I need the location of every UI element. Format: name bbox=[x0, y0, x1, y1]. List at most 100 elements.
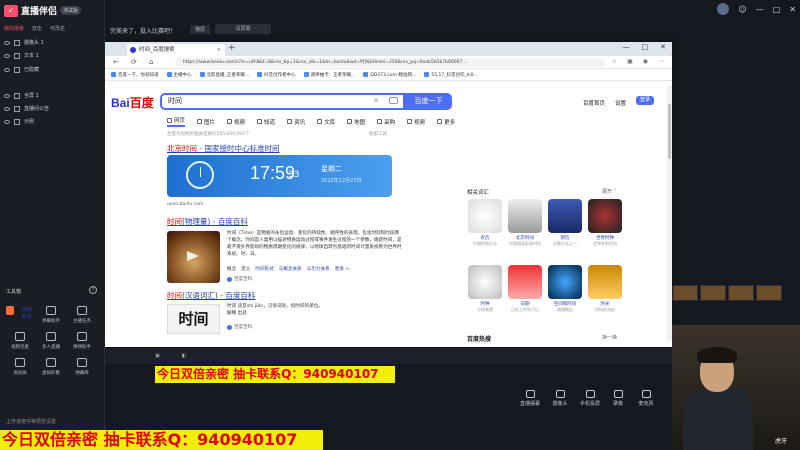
maximize-icon[interactable]: □ bbox=[773, 5, 781, 14]
favorite-item[interactable]: 调律抽卡：王者荣耀... bbox=[303, 72, 355, 78]
search-tab[interactable]: 文库 bbox=[317, 116, 335, 127]
sublink[interactable]: 概念 bbox=[227, 266, 236, 272]
browser-maximize-icon[interactable]: □ bbox=[642, 43, 649, 51]
tool-1[interactable]: 弹幕助手 bbox=[37, 306, 65, 324]
record-button[interactable]: 录像 bbox=[603, 390, 633, 407]
visibility-icon[interactable] bbox=[4, 93, 10, 98]
tab-double[interactable]: 双击 bbox=[32, 25, 42, 32]
sublink[interactable]: 定义 bbox=[241, 266, 250, 272]
visibility-icon[interactable] bbox=[4, 106, 10, 111]
baidu-home-link[interactable]: 百度首页 bbox=[583, 99, 605, 107]
tab-close-icon[interactable]: × bbox=[216, 44, 221, 56]
visibility-icon[interactable] bbox=[4, 53, 10, 58]
tool-8[interactable]: 弹幕库 bbox=[68, 358, 96, 376]
login-button[interactable]: 登录 bbox=[636, 96, 654, 105]
search-tools-link[interactable]: 搜索工具 bbox=[369, 131, 387, 137]
scene-item[interactable]: 摄像头 1 bbox=[4, 39, 44, 46]
menu-icon[interactable]: ⋯ bbox=[658, 58, 664, 65]
search-tab[interactable]: 更多 bbox=[437, 116, 455, 127]
visibility-icon[interactable] bbox=[4, 40, 10, 45]
related-item[interactable]: 农历 中国传统历法 bbox=[467, 199, 503, 246]
visibility-icon[interactable] bbox=[4, 119, 10, 124]
related-item[interactable]: 空间和时间 物理概念 bbox=[547, 265, 583, 312]
tool-5[interactable]: 弹弹助手 bbox=[68, 332, 96, 350]
favorite-item[interactable]: 55.17_抖音创作_kill... bbox=[424, 72, 477, 78]
hot-refresh[interactable]: 换一换 bbox=[602, 334, 617, 341]
page-scrollbar[interactable] bbox=[667, 86, 672, 341]
favorite-icon[interactable]: ☆ bbox=[612, 58, 617, 65]
home-icon[interactable]: ⌂ bbox=[149, 58, 153, 66]
search-tab[interactable]: 资讯 bbox=[287, 116, 305, 127]
tab-my-scenes[interactable]: 我的场景 bbox=[4, 25, 24, 32]
tool-4[interactable]: 多人直播 bbox=[37, 332, 65, 350]
tool-2[interactable]: 主播任务 bbox=[68, 306, 96, 324]
search-tab[interactable]: 视频 bbox=[227, 116, 245, 127]
favorite-item[interactable]: 主播中心 bbox=[166, 72, 192, 78]
result-title-beijing-time[interactable]: 北京时间 - 国家授时中心标准时间 bbox=[167, 143, 279, 154]
related-item[interactable]: 阴历 天象历法之一 bbox=[547, 199, 583, 246]
close-icon[interactable]: ✕ bbox=[789, 5, 796, 14]
result-title-time-word[interactable]: 时间(汉语词汇) - 百度百科 bbox=[167, 290, 255, 301]
related-item[interactable]: 世界时钟 世界各地时间 bbox=[587, 199, 623, 246]
scene-item[interactable]: 文本 1 bbox=[4, 52, 39, 59]
browser-close-icon[interactable]: ✕ bbox=[660, 43, 666, 51]
clear-screen-button[interactable]: 清屏幕 bbox=[215, 24, 271, 34]
help-icon[interactable]: ? bbox=[89, 286, 97, 294]
search-tab[interactable]: 采购 bbox=[377, 116, 395, 127]
word-image[interactable]: 时间 bbox=[167, 304, 220, 334]
strip-icon[interactable]: ▣ bbox=[155, 353, 160, 359]
tool-6[interactable]: 滚动屏 bbox=[6, 358, 34, 376]
result-title-time-physics[interactable]: 时间(物理量) - 百度百科 bbox=[167, 216, 248, 227]
favorite-item[interactable]: 百度一下，你就知道 bbox=[111, 72, 159, 78]
mic-button[interactable]: 麦克风 bbox=[631, 390, 661, 407]
favorite-item[interactable]: 抖音创作者中心 bbox=[257, 72, 296, 78]
tool-3[interactable]: 视频连麦 bbox=[6, 332, 34, 350]
avatar[interactable] bbox=[717, 3, 730, 15]
phone-cast-button[interactable]: 手机投屏 bbox=[575, 390, 605, 407]
sublink[interactable]: 更多 > bbox=[335, 266, 350, 272]
new-tab-button[interactable]: + bbox=[228, 43, 236, 53]
sublink[interactable]: 时间形式 bbox=[255, 266, 273, 272]
search-button[interactable]: 百度一下 bbox=[405, 93, 452, 110]
search-tab[interactable]: 知道 bbox=[257, 116, 275, 127]
camera-search-icon[interactable] bbox=[389, 97, 398, 104]
back-icon[interactable]: ← bbox=[113, 58, 119, 66]
search-tab[interactable]: 图片 bbox=[197, 116, 215, 127]
related-expand[interactable]: 展开 ˅ bbox=[602, 188, 616, 195]
feedback-icon[interactable]: ☺ bbox=[738, 5, 746, 14]
thumbnail[interactable] bbox=[728, 285, 754, 301]
thumbnail[interactable] bbox=[672, 285, 698, 301]
search-tab[interactable]: 视频 bbox=[407, 116, 425, 127]
thumbnail[interactable] bbox=[700, 285, 726, 301]
scene-item[interactable]: 全屏 1 bbox=[4, 92, 39, 99]
tool-0[interactable]: 抽奖助手 bbox=[6, 306, 34, 320]
reload-icon[interactable]: ⟳ bbox=[131, 58, 137, 66]
scene-item[interactable]: 已隐藏 bbox=[4, 66, 39, 73]
minimize-icon[interactable]: — bbox=[756, 5, 764, 14]
sublink[interactable]: 与概念关系 bbox=[279, 266, 302, 272]
scene-item[interactable]: 示例 bbox=[4, 118, 34, 125]
address-bar[interactable]: https://www.baidu.com/s?ie=utf-8&f=8&rsv… bbox=[175, 58, 605, 67]
collections-icon[interactable]: ▣ bbox=[627, 58, 633, 65]
sublink[interactable]: 与引力关系 bbox=[307, 266, 330, 272]
favorite-item[interactable]: DD373.com-精准网... bbox=[363, 72, 416, 78]
scene-item[interactable]: 直播间公告 bbox=[4, 105, 49, 112]
thumbnail[interactable] bbox=[756, 285, 782, 301]
related-item[interactable]: 日期 日历上的年月日 bbox=[507, 265, 543, 312]
mode-toggle[interactable]: 横屏 bbox=[190, 25, 211, 34]
visibility-icon[interactable] bbox=[4, 67, 10, 72]
search-tab[interactable]: 地图 bbox=[347, 116, 365, 127]
strip-icon[interactable]: ◧ bbox=[182, 353, 187, 359]
baidu-logo[interactable]: Bai百度 bbox=[111, 94, 154, 111]
tool-7[interactable]: 虚拟形象 bbox=[37, 358, 65, 376]
video-thumbnail[interactable] bbox=[167, 231, 220, 283]
browser-minimize-icon[interactable]: — bbox=[623, 43, 630, 51]
snippet-links[interactable]: 解释 出处 bbox=[227, 310, 323, 317]
related-item[interactable]: 北京时间 中国国家标准时间 bbox=[507, 199, 543, 246]
favorite-item[interactable]: 北影直播_王者荣耀... bbox=[199, 72, 249, 78]
browser-tab[interactable]: 时间_百度搜索 × bbox=[127, 44, 225, 56]
related-item[interactable]: 时光 时间的流逝 bbox=[587, 265, 623, 312]
related-item[interactable]: 时钟 计时装置 bbox=[467, 265, 503, 312]
camera-button[interactable]: 摄像头 bbox=[545, 390, 575, 407]
search-input[interactable]: 时间 bbox=[160, 93, 405, 110]
